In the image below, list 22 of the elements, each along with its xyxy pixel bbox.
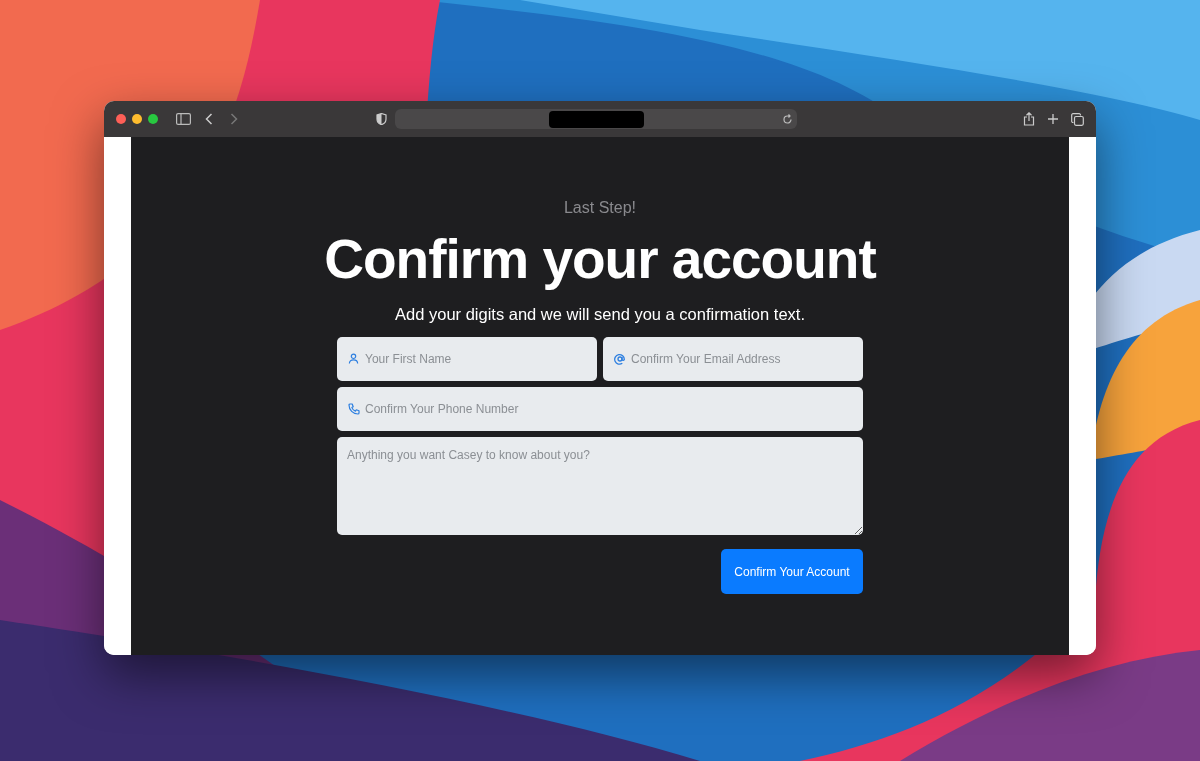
plus-icon[interactable] xyxy=(1047,113,1059,125)
page-title: Confirm your account xyxy=(324,227,876,291)
message-field[interactable]: Anything you want Casey to know about you? xyxy=(337,437,863,535)
shield-icon[interactable] xyxy=(376,113,387,125)
subtitle-text: Add your digits and we will send you a confirmation text. xyxy=(395,305,805,324)
confirm-button[interactable]: Confirm Your Account xyxy=(721,549,863,594)
at-sign-icon xyxy=(614,353,626,365)
input-field[interactable]: Confirm Your Phone Number xyxy=(337,387,863,431)
share-icon[interactable] xyxy=(1023,112,1035,126)
input-field[interactable]: Your First Name xyxy=(337,337,597,381)
forward-icon[interactable] xyxy=(230,113,238,125)
person-icon xyxy=(348,353,359,364)
reload-icon[interactable] xyxy=(782,113,793,125)
input-field[interactable]: Confirm Your Email Address xyxy=(603,337,863,381)
close-button[interactable] xyxy=(116,114,126,124)
tabs-overview-icon[interactable] xyxy=(1071,112,1084,126)
sidebar-icon[interactable] xyxy=(176,113,191,125)
zoom-button[interactable] xyxy=(148,114,158,124)
minimize-button[interactable] xyxy=(132,114,142,124)
phone-icon xyxy=(348,403,360,415)
eyebrow-text: Last Step! xyxy=(563,199,636,217)
back-icon[interactable] xyxy=(205,113,213,125)
